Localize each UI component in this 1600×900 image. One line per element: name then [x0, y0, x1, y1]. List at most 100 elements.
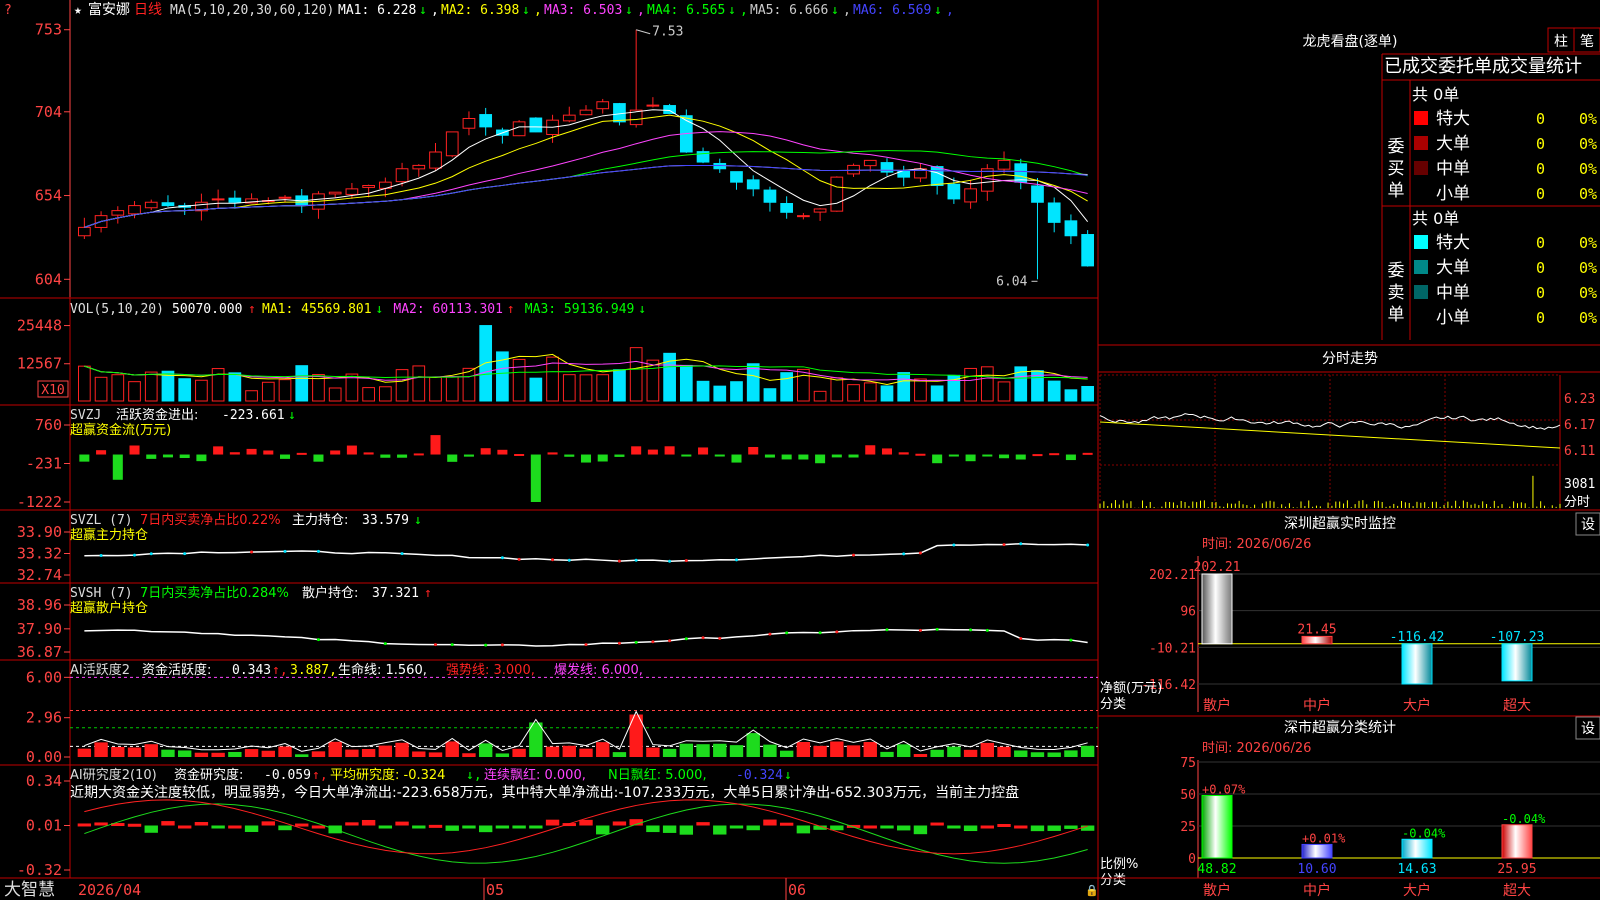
research-bar[interactable]: [679, 825, 694, 835]
research-bar[interactable]: [579, 819, 593, 826]
volume-bar[interactable]: [144, 371, 158, 402]
candle-body[interactable]: [445, 131, 459, 157]
volume-bar[interactable]: [629, 347, 643, 402]
activity-bar[interactable]: [127, 747, 142, 757]
volume-bar[interactable]: [863, 382, 877, 402]
activity-bar[interactable]: [696, 744, 710, 757]
volume-bar[interactable]: [1047, 380, 1061, 402]
fund-flow-bar[interactable]: [631, 446, 642, 455]
research-bar[interactable]: [228, 825, 242, 829]
fund-flow-bar[interactable]: [698, 447, 709, 455]
research-bar[interactable]: [1014, 825, 1028, 829]
candle-body[interactable]: [161, 202, 175, 207]
candle-body[interactable]: [479, 114, 493, 128]
fund-flow-bar[interactable]: [898, 452, 909, 455]
activity-bar[interactable]: [1047, 752, 1061, 757]
research-bar[interactable]: [997, 823, 1011, 827]
fund-flow-bar[interactable]: [146, 454, 157, 459]
candle-body[interactable]: [613, 103, 626, 123]
candle-body[interactable]: [144, 201, 158, 209]
candle-body[interactable]: [1081, 234, 1094, 267]
research-bar[interactable]: [428, 824, 443, 828]
fund-flow-bar[interactable]: [229, 452, 240, 455]
activity-bar[interactable]: [1080, 745, 1095, 757]
candle-body[interactable]: [830, 176, 844, 212]
fund-flow-bar[interactable]: [530, 454, 541, 502]
fund-flow-bar[interactable]: [112, 454, 123, 480]
candle-body[interactable]: [646, 104, 660, 107]
fund-flow-bar[interactable]: [831, 454, 842, 458]
activity-bar[interactable]: [345, 749, 359, 757]
fund-flow-bar[interactable]: [330, 450, 341, 455]
ratio-bar[interactable]: [1201, 795, 1233, 859]
research-bar[interactable]: [194, 822, 209, 826]
candle-body[interactable]: [596, 101, 610, 110]
volume-bar[interactable]: [596, 374, 610, 402]
fund-flow-bar[interactable]: [380, 454, 391, 458]
candle-body[interactable]: [278, 196, 292, 199]
fund-flow-bar[interactable]: [79, 454, 90, 462]
volume-bar[interactable]: [797, 368, 810, 402]
volume-bar[interactable]: [813, 390, 827, 402]
candle-body[interactable]: [345, 188, 359, 195]
activity-bar[interactable]: [244, 749, 259, 757]
research-bar[interactable]: [445, 825, 459, 831]
volume-bar[interactable]: [512, 358, 526, 402]
research-bar[interactable]: [345, 822, 359, 826]
candle-body[interactable]: [562, 114, 576, 122]
fund-flow-bar[interactable]: [346, 445, 357, 455]
activity-bar[interactable]: [462, 753, 476, 757]
research-bar[interactable]: [512, 825, 526, 829]
research-bar[interactable]: [395, 821, 409, 826]
volume-bar[interactable]: [696, 380, 710, 402]
activity-bar[interactable]: [596, 742, 610, 757]
research-bar[interactable]: [1064, 825, 1078, 829]
fund-flow-bar[interactable]: [664, 446, 675, 455]
fund-flow-bar[interactable]: [915, 453, 926, 456]
activity-bar[interactable]: [880, 751, 894, 757]
volume-bar[interactable]: [897, 372, 911, 402]
research-bar[interactable]: [696, 822, 710, 826]
fund-flow-bar[interactable]: [647, 449, 658, 455]
volume-bar[interactable]: [245, 390, 258, 402]
candle-body[interactable]: [797, 215, 810, 218]
volume-bar[interactable]: [278, 379, 292, 402]
candle-body[interactable]: [78, 226, 91, 237]
fund-flow-bar[interactable]: [263, 450, 274, 455]
research-bar[interactable]: [947, 825, 961, 829]
fund-flow-bar[interactable]: [865, 445, 876, 455]
fund-flow-bar[interactable]: [430, 435, 441, 455]
research-bar[interactable]: [980, 825, 994, 829]
activity-bar[interactable]: [897, 744, 911, 757]
activity-bar[interactable]: [412, 751, 426, 757]
fund-flow-bar[interactable]: [179, 454, 190, 459]
volume-bar[interactable]: [94, 376, 108, 402]
activity-bar[interactable]: [178, 750, 192, 757]
fund-flow-bar[interactable]: [413, 453, 424, 456]
research-bar[interactable]: [779, 822, 794, 826]
activity-bar[interactable]: [662, 748, 677, 757]
candle-body[interactable]: [964, 188, 977, 203]
candle-body[interactable]: [730, 171, 743, 183]
activity-bar[interactable]: [261, 750, 275, 757]
fund-flow-bar[interactable]: [965, 454, 976, 462]
candle-body[interactable]: [1064, 220, 1078, 237]
volume-bar[interactable]: [930, 385, 944, 402]
fund-flow-bar[interactable]: [815, 454, 826, 464]
research-bar[interactable]: [713, 825, 727, 835]
candle-body[interactable]: [128, 205, 141, 215]
candle-body[interactable]: [813, 208, 827, 213]
activity-bar[interactable]: [428, 752, 443, 757]
volume-bar[interactable]: [980, 366, 994, 402]
activity-bar[interactable]: [846, 745, 861, 757]
activity-bar[interactable]: [980, 742, 994, 757]
fund-flow-bar[interactable]: [982, 454, 993, 457]
research-bar[interactable]: [495, 825, 510, 829]
volume-bar[interactable]: [562, 374, 576, 402]
volume-bar[interactable]: [529, 377, 543, 402]
fund-flow-bar[interactable]: [932, 454, 943, 464]
fund-flow-bar[interactable]: [781, 454, 792, 460]
fund-flow-bar[interactable]: [714, 454, 725, 457]
volume-bar[interactable]: [328, 387, 342, 402]
fund-flow-bar[interactable]: [798, 454, 809, 460]
